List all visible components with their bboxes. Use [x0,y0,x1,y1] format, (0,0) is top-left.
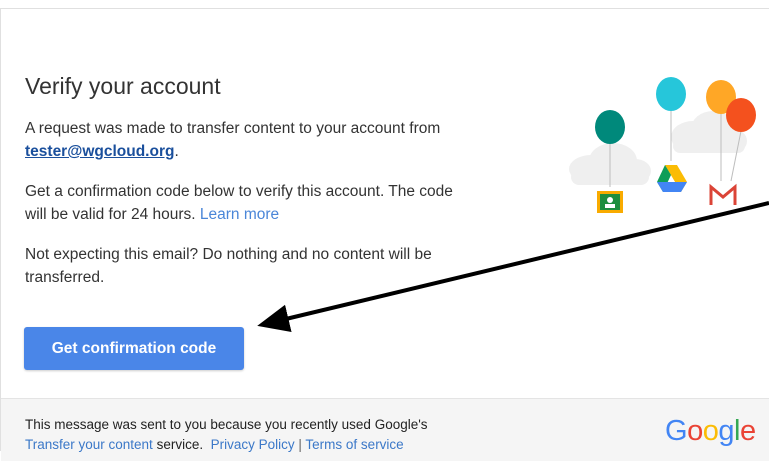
logo-letter: o [702,415,719,447]
terms-of-service-link[interactable]: Terms of service [305,437,403,452]
sender-email-link[interactable]: tester@wgcloud.org [25,143,174,160]
get-confirmation-code-button[interactable]: Get confirmation code [24,327,244,370]
classroom-icon [597,191,623,213]
period: . [174,143,179,160]
logo-letter: o [687,415,703,447]
not-expecting-text: Not expecting this email? Do nothing and… [25,246,432,286]
drive-icon [657,165,687,192]
logo-letter: g [718,415,734,447]
footer-line: This message was sent to you because you… [25,417,428,432]
service-text: service. [152,437,204,452]
confirmation-info-text: Get a confirmation code below to verify … [25,180,465,226]
page-title: Verify your account [25,73,221,99]
google-logo: Google [665,415,756,448]
learn-more-link[interactable]: Learn more [200,206,279,223]
request-text: A request was made to transfer content t… [25,120,441,137]
privacy-policy-link[interactable]: Privacy Policy [211,437,295,452]
logo-letter: G [665,415,688,447]
footer-separator: | [298,437,302,452]
footer-text: This message was sent to you because you… [25,415,428,455]
transfer-request-text: A request was made to transfer content t… [25,117,465,163]
email-card: Verify your account A request was made t… [0,8,769,461]
email-footer: This message was sent to you because you… [1,398,769,461]
illustration [569,77,756,213]
gmail-icon [709,183,737,205]
transfer-content-link[interactable]: Transfer your content [25,437,153,452]
logo-letter: e [739,415,756,447]
